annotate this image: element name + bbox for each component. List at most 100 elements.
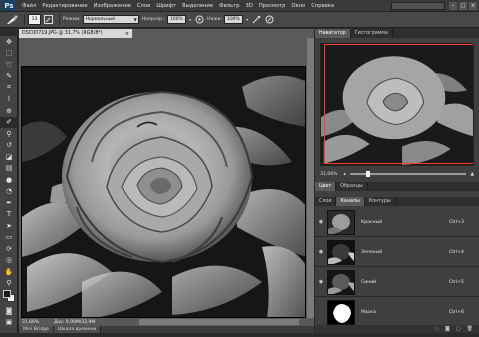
blur-tool-icon[interactable]: ● <box>0 174 18 186</box>
new-channel-icon[interactable]: ▢ <box>456 326 461 332</box>
zoom-slider-knob[interactable] <box>366 171 371 177</box>
airbrush-icon[interactable] <box>251 15 261 25</box>
channel-row-red[interactable]: ◉ Красный Ctrl+3 <box>315 208 479 237</box>
minimize-button[interactable]: – <box>449 1 457 10</box>
crop-tool-icon[interactable]: ⌗ <box>0 82 18 94</box>
menu-file[interactable]: Файл <box>22 3 36 9</box>
path-select-tool-icon[interactable]: ➤ <box>0 220 18 232</box>
close-window-button[interactable]: × <box>469 1 477 10</box>
foreground-color[interactable] <box>3 290 11 298</box>
tab-timeline[interactable]: Шкала времени <box>53 326 102 333</box>
menu-edit[interactable]: Редактирование <box>42 3 87 9</box>
channel-row-blue[interactable]: ◉ Синий Ctrl+5 <box>315 268 479 297</box>
brush-size-picker[interactable]: 13 <box>28 14 41 25</box>
pressure-size-icon[interactable] <box>264 15 274 25</box>
navigator-zoom-row: 31,66% ▴ ▲ <box>320 170 474 178</box>
dodge-tool-icon[interactable]: ◔ <box>0 186 18 198</box>
eye-icon[interactable]: ◉ <box>315 249 327 255</box>
menu-window[interactable]: Окно <box>291 3 305 9</box>
channel-shortcut: Ctrl+5 <box>449 279 464 285</box>
3d-rotate-tool-icon[interactable]: ⟳ <box>0 243 18 255</box>
tool-preset-picker[interactable] <box>3 14 21 26</box>
channel-thumbnail <box>327 239 355 265</box>
tab-navigator[interactable]: Навигатор <box>315 29 351 38</box>
hand-tool-icon[interactable]: ✋ <box>0 266 18 278</box>
maximize-button[interactable]: □ <box>459 1 467 10</box>
zoom-tool-icon[interactable]: ⚲ <box>0 278 18 290</box>
zoom-out-icon[interactable]: ▴ <box>344 172 346 177</box>
marquee-tool-icon[interactable]: ⬚ <box>0 48 18 60</box>
horizontal-scrollbar[interactable] <box>139 319 299 325</box>
pen-tool-icon[interactable]: ✒ <box>0 197 18 209</box>
load-selection-icon[interactable]: ◌ <box>435 326 439 332</box>
color-swatches[interactable] <box>0 289 18 305</box>
shape-tool-icon[interactable]: ▭ <box>0 232 18 244</box>
tab-channels[interactable]: Каналы <box>336 197 365 206</box>
pressure-opacity-icon[interactable] <box>194 15 204 25</box>
navigator-preview[interactable] <box>320 43 474 166</box>
delete-channel-icon[interactable]: 🗑 <box>467 326 473 332</box>
workspace-select[interactable] <box>391 1 445 10</box>
navigator-view-frame[interactable] <box>324 44 473 164</box>
brush-tool-icon[interactable]: ✐ <box>0 116 18 128</box>
channel-row-mask[interactable]: ○ Маска Ctrl+6 <box>315 298 479 327</box>
eye-icon[interactable]: ◉ <box>315 219 327 225</box>
brush-panel-toggle-icon[interactable] <box>43 15 53 25</box>
menu-select[interactable]: Выделение <box>182 3 213 9</box>
document-tab[interactable]: DSC00719.JPG @ 31,7% (RGB/8*) × <box>19 29 133 38</box>
3d-camera-tool-icon[interactable]: ◎ <box>0 255 18 267</box>
chevron-down-icon: ▼ <box>133 17 137 22</box>
history-brush-tool-icon[interactable]: ↺ <box>0 140 18 152</box>
gradient-tool-icon[interactable]: ▤ <box>0 163 18 175</box>
eye-icon[interactable]: ○ <box>315 309 327 315</box>
opacity-input[interactable]: 100% <box>167 15 187 24</box>
channel-name: Красный <box>361 219 383 225</box>
close-document-icon[interactable]: × <box>125 31 129 37</box>
tab-histogram[interactable]: Гистограмма <box>351 29 393 38</box>
status-bar: 31,66% Док: 9,00M/32,9M <box>19 318 314 326</box>
quick-mask-icon[interactable]: ◙ <box>0 305 18 317</box>
channel-row-green[interactable]: ◉ Зеленый Ctrl+4 <box>315 238 479 267</box>
document-window: DSC00719.JPG @ 31,7% (RGB/8*) × 31,66% Д… <box>19 29 314 333</box>
tab-mini-bridge[interactable]: Mini Bridge <box>19 326 54 333</box>
clone-stamp-tool-icon[interactable]: ⚲ <box>0 128 18 140</box>
document-size[interactable]: Док: 9,00M/32,9M <box>54 320 95 325</box>
mode-select[interactable]: Нормальный ▼ <box>82 15 139 24</box>
channel-name: Зеленый <box>361 249 383 255</box>
lasso-tool-icon[interactable]: ➰ <box>0 59 18 71</box>
quick-select-tool-icon[interactable]: ✎ <box>0 71 18 83</box>
flow-dropdown-icon[interactable]: ▾ <box>246 17 248 22</box>
flow-input[interactable]: 100% <box>224 15 244 24</box>
menu-image[interactable]: Изображение <box>94 3 131 9</box>
vertical-scrollbar[interactable] <box>307 38 314 318</box>
tab-layers[interactable]: Слои <box>315 197 337 206</box>
menu-type[interactable]: Шрифт <box>156 3 176 9</box>
tab-color[interactable]: Цвет <box>315 182 337 191</box>
navigator-zoom-slider[interactable] <box>349 171 467 177</box>
menu-help[interactable]: Справка <box>311 3 334 9</box>
zoom-in-icon[interactable]: ▲ <box>470 172 474 177</box>
menu-bar: Ps Файл Редактирование Изображение Слои … <box>0 0 479 12</box>
eyedropper-tool-icon[interactable]: ⌇ <box>0 94 18 106</box>
type-tool-icon[interactable]: T <box>0 209 18 221</box>
tab-swatches[interactable]: Образцы <box>336 182 368 191</box>
image-canvas[interactable] <box>21 66 306 318</box>
navigator-zoom-value[interactable]: 31,66% <box>320 172 338 177</box>
menu-filter[interactable]: Фильтр <box>219 3 240 9</box>
channel-name: Синий <box>361 279 377 285</box>
healing-brush-tool-icon[interactable]: ⊕ <box>0 105 18 117</box>
tab-paths[interactable]: Контуры <box>365 197 396 206</box>
eraser-tool-icon[interactable]: ◪ <box>0 151 18 163</box>
save-selection-icon[interactable]: ◙ <box>445 326 450 332</box>
menu-view[interactable]: Просмотр <box>259 3 286 9</box>
channel-thumbnail <box>327 269 355 295</box>
opacity-dropdown-icon[interactable]: ▾ <box>189 17 191 22</box>
zoom-level[interactable]: 31,66% <box>22 320 44 325</box>
screen-mode-icon[interactable]: ▣ <box>0 317 18 329</box>
menu-layers[interactable]: Слои <box>137 3 150 9</box>
photoshop-logo: Ps <box>2 0 16 11</box>
eye-icon[interactable]: ◉ <box>315 279 327 285</box>
channel-thumbnail <box>327 209 355 235</box>
menu-3d[interactable]: 3D <box>246 3 253 9</box>
move-tool-icon[interactable]: ✥ <box>0 36 18 48</box>
